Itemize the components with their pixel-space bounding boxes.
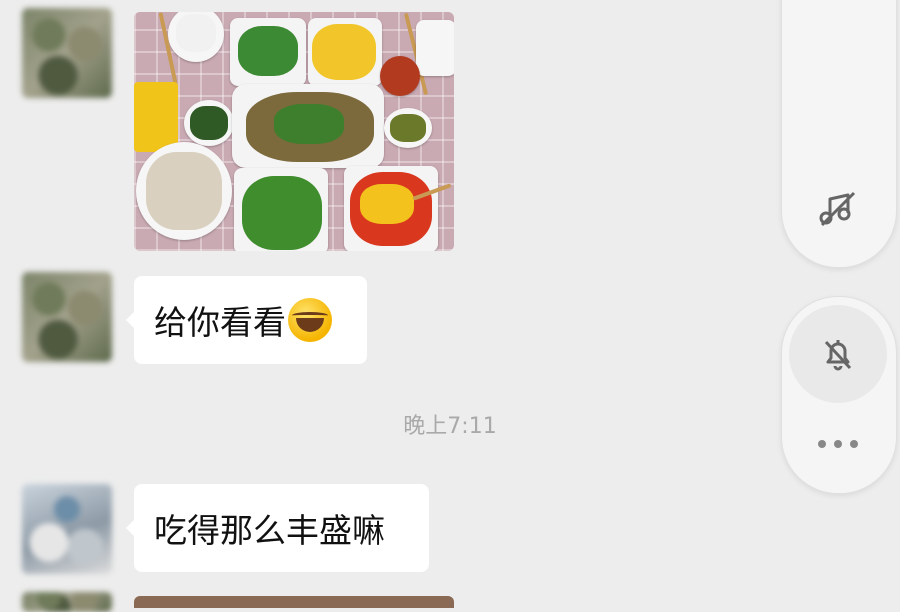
message-text: 给你看看 xyxy=(154,303,286,342)
contact-avatar[interactable] xyxy=(22,592,112,612)
image-message-partial[interactable] xyxy=(134,596,454,608)
contact-avatar[interactable] xyxy=(22,484,112,574)
contact-avatar[interactable] xyxy=(22,8,112,98)
music-off-button[interactable] xyxy=(789,160,887,258)
message-text: 吃得那么丰盛嘛 xyxy=(154,511,385,550)
bell-slash-icon xyxy=(824,340,852,371)
message-bubble[interactable]: 吃得那么丰盛嘛 xyxy=(126,484,429,572)
food-photo-message[interactable] xyxy=(134,12,454,251)
timestamp: 晚上7:11 xyxy=(403,414,497,439)
music-note-slash-icon xyxy=(819,191,856,227)
contact-avatar[interactable] xyxy=(22,272,112,362)
more-dots-icon[interactable] xyxy=(818,436,858,452)
mute-notification-button[interactable] xyxy=(789,305,887,403)
message-bubble[interactable]: 给你看看 xyxy=(126,276,367,364)
laughing-tears-emoji-icon xyxy=(288,298,332,342)
